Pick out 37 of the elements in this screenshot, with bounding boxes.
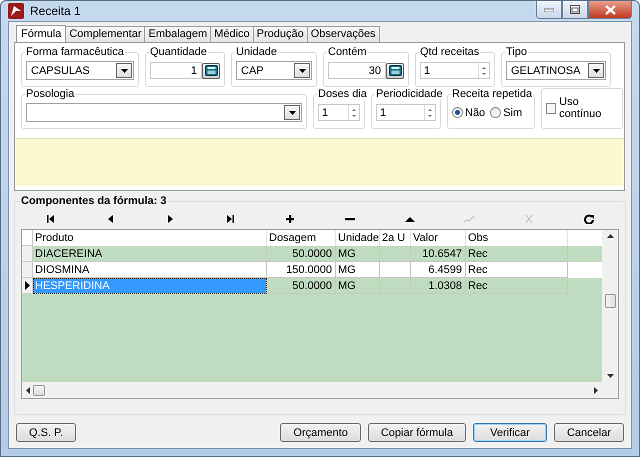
window-title: Receita 1	[30, 4, 81, 18]
table-cell[interactable]: 1.0308	[411, 278, 466, 294]
field-label: Contém	[327, 46, 368, 58]
tab[interactable]: Embalagem	[144, 26, 212, 42]
tab[interactable]: Observações	[306, 26, 380, 42]
field-label: Forma farmacêutica	[25, 46, 125, 58]
tab[interactable]: Complementar	[65, 26, 146, 42]
radio-button[interactable]: Não	[452, 106, 486, 118]
dialog-button[interactable]: Verificar	[472, 423, 547, 442]
field-label: Qtd receitas	[419, 46, 480, 58]
dialog-button[interactable]: Cancelar	[554, 423, 624, 442]
field-label: Doses dia	[317, 88, 368, 100]
spin-field[interactable]: 1	[420, 62, 490, 79]
spin-field[interactable]: 1	[318, 104, 360, 121]
field-label: Posologia	[25, 88, 76, 100]
table-cell[interactable]: Rec	[466, 278, 568, 294]
field-label: Tipo	[505, 46, 528, 58]
field-label: Unidade	[235, 46, 278, 58]
spin-field[interactable]: 1	[376, 104, 436, 121]
table-cell[interactable]: 50.0000	[267, 278, 336, 294]
tab[interactable]: Produção	[252, 26, 308, 42]
dropdown[interactable]: CAP	[236, 61, 312, 80]
number-field[interactable]: 30	[328, 62, 386, 79]
dropdown[interactable]: GELATINOSA	[506, 61, 606, 80]
tab[interactable]: Médico	[210, 26, 254, 42]
dialog-button[interactable]: Orçamento	[280, 423, 361, 442]
field-label: Periodicidade	[375, 88, 444, 100]
number-field[interactable]: 1	[150, 62, 202, 79]
table-cell[interactable]: MG	[336, 278, 380, 294]
section-title: Componentes da fórmula: 3	[20, 195, 168, 207]
dropdown[interactable]: CAPSULAS	[26, 61, 134, 80]
radio-button[interactable]: Sim	[490, 106, 522, 118]
field-label: Receita repetida	[451, 88, 534, 100]
qsp-button[interactable]: Q.S. P.	[16, 423, 76, 442]
field-label: Quantidade	[149, 46, 208, 58]
dialog-button[interactable]: Copiar fórmula	[368, 423, 466, 442]
tab[interactable]: Fórmula	[16, 25, 66, 42]
